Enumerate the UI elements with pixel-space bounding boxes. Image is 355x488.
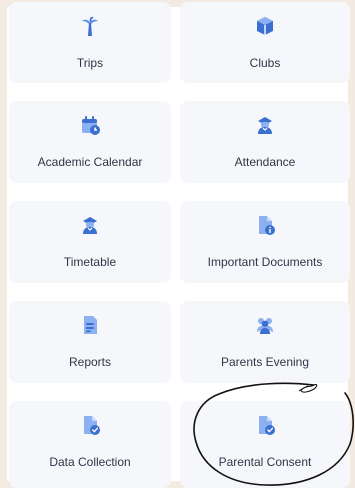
report-document-icon: [79, 314, 101, 336]
clubs-tile[interactable]: Clubs: [180, 2, 350, 83]
app-screen: Trips Clubs Academic Calendar Attendance…: [0, 0, 355, 488]
tile-label: Academic Calendar: [37, 155, 143, 169]
document-check-icon: [254, 414, 276, 436]
tile-label: Trips: [76, 56, 104, 70]
data-collection-tile[interactable]: Data Collection: [9, 401, 171, 488]
document-info-icon: [254, 214, 276, 236]
graduate-user-icon: [79, 214, 101, 236]
important-documents-tile[interactable]: Important Documents: [180, 201, 350, 283]
tile-label: Attendance: [234, 155, 296, 169]
tile-label: Parental Consent: [218, 455, 312, 469]
tile-label: Data Collection: [49, 455, 131, 469]
tile-label: Clubs: [249, 56, 281, 70]
document-check-icon: [79, 414, 101, 436]
academic-calendar-tile[interactable]: Academic Calendar: [9, 101, 171, 183]
tile-label: Parents Evening: [220, 355, 310, 369]
cube-icon: [254, 15, 276, 37]
tile-label: Timetable: [63, 255, 117, 269]
parental-consent-tile[interactable]: Parental Consent: [180, 401, 350, 488]
attendance-tile[interactable]: Attendance: [180, 101, 350, 183]
palm-tree-icon: [79, 15, 101, 37]
trips-tile[interactable]: Trips: [9, 2, 171, 83]
tile-label: Important Documents: [207, 255, 323, 269]
tile-label: Reports: [68, 355, 112, 369]
graduate-user-icon: [254, 114, 276, 136]
timetable-tile[interactable]: Timetable: [9, 201, 171, 283]
calendar-clock-icon: [79, 114, 101, 136]
reports-tile[interactable]: Reports: [9, 301, 171, 383]
parents-evening-tile[interactable]: Parents Evening: [180, 301, 350, 383]
users-group-icon: [254, 314, 276, 336]
